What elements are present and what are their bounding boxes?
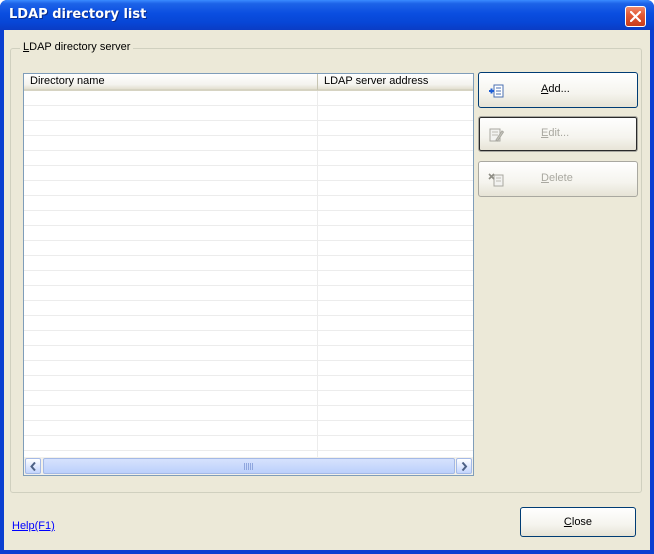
title-bar[interactable]: LDAP directory list — [0, 0, 654, 30]
arrow-left-icon — [30, 462, 36, 471]
groupbox-legend: LDAP directory server — [20, 41, 134, 53]
edit-button-label: Edit... — [541, 127, 570, 139]
scroll-grip — [244, 463, 253, 470]
groupbox-legend-rest: DAP directory server — [29, 41, 131, 53]
add-entry-icon — [489, 84, 504, 98]
edit-button[interactable]: Edit... — [478, 116, 638, 152]
delete-button[interactable]: Delete — [478, 161, 638, 197]
window-title: LDAP directory list — [9, 7, 147, 22]
column-header-ldap-server-address[interactable]: LDAP server address — [318, 74, 473, 90]
dialog-window: LDAP directory list LDAP directory serve… — [0, 0, 654, 554]
scroll-thumb[interactable] — [43, 458, 455, 474]
edit-entry-icon — [489, 128, 504, 142]
listview-header: Directory name LDAP server address — [24, 74, 473, 91]
help-link[interactable]: Help(F1) — [12, 520, 55, 532]
close-button[interactable]: Close — [520, 507, 636, 537]
listview-body[interactable] — [24, 91, 473, 457]
directory-listview[interactable]: Directory name LDAP server address — [23, 73, 474, 476]
column-header-directory-name[interactable]: Directory name — [24, 74, 318, 90]
add-button[interactable]: Add... — [478, 72, 638, 108]
delete-entry-icon — [488, 173, 504, 187]
dialog-client-area: LDAP directory server Directory name LDA… — [4, 30, 650, 550]
horizontal-scrollbar[interactable] — [24, 457, 473, 475]
column-header-label: Directory name — [30, 75, 105, 87]
column-divider — [317, 91, 318, 457]
delete-button-label: Delete — [541, 172, 573, 184]
close-button-label: Close — [563, 516, 593, 528]
window-close-button[interactable] — [625, 6, 646, 27]
close-icon — [630, 11, 641, 22]
scroll-right-button[interactable] — [456, 458, 472, 474]
column-header-label: LDAP server address — [324, 75, 429, 87]
add-button-label: Add... — [541, 83, 570, 95]
scroll-left-button[interactable] — [25, 458, 41, 474]
arrow-right-icon — [461, 462, 468, 471]
